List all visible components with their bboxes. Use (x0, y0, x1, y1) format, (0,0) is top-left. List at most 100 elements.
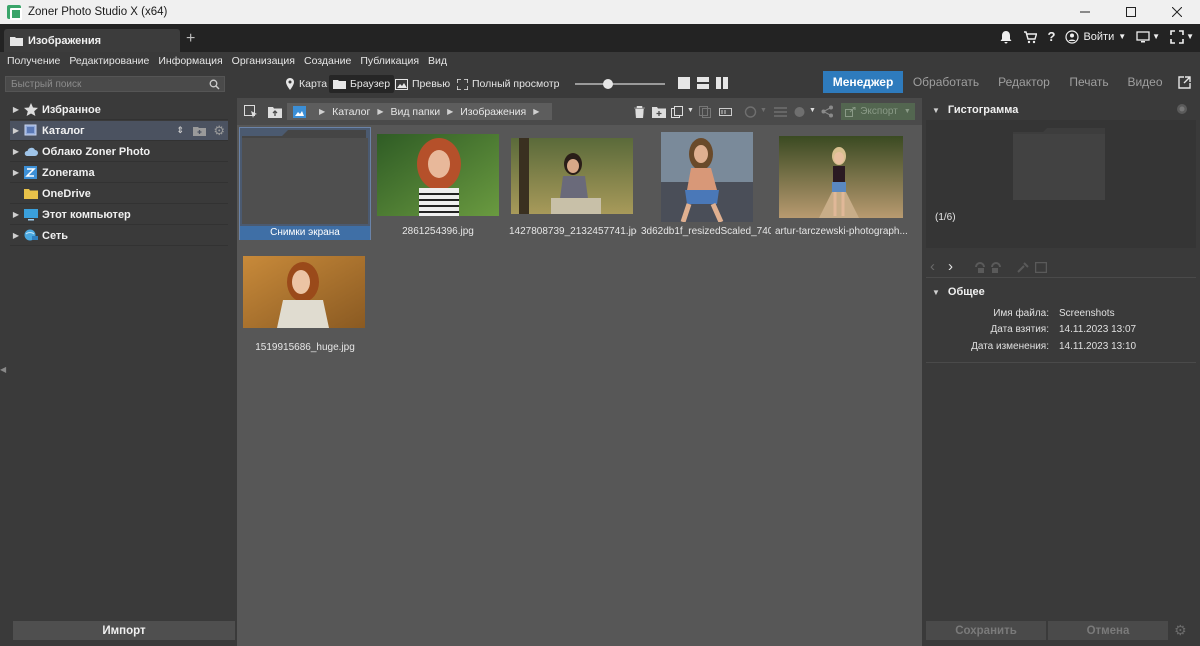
help-icon[interactable]: ? (1047, 29, 1055, 44)
histogram-header[interactable]: ▼ Гистограмма (922, 99, 1192, 121)
fullscreen-label: Полный просмотр (472, 78, 560, 90)
maximize-button[interactable] (1108, 0, 1154, 24)
nav-item-zoner-cloud[interactable]: ▶ Облако Zoner Photo (10, 142, 228, 162)
date-modified-value: 14.11.2023 13:10 (1059, 341, 1137, 352)
new-folder-icon[interactable] (652, 106, 666, 118)
nav-item-favorites[interactable]: ▶ Избранное (10, 100, 228, 120)
tab-print[interactable]: Печать (1062, 71, 1116, 93)
share-menu-icon[interactable] (793, 106, 806, 118)
tools-icon[interactable] (1017, 262, 1029, 273)
next-icon[interactable]: › (948, 258, 953, 275)
cancel-button[interactable]: Отмена (1048, 621, 1168, 640)
histogram-settings-icon[interactable] (1176, 103, 1188, 115)
trash-icon[interactable] (634, 106, 645, 118)
tab-develop[interactable]: Обработать (908, 71, 984, 93)
map-view-button[interactable]: Карта (281, 75, 331, 93)
collapse-left-icon[interactable]: ◀ (0, 365, 6, 374)
computer-icon (24, 209, 38, 221)
nav-item-zonerama[interactable]: ▶ Zonerama (10, 163, 228, 183)
nav-label: Zonerama (42, 166, 95, 179)
view-list-button[interactable] (697, 77, 709, 89)
menu-item-view[interactable]: Вид (428, 55, 447, 67)
copy-icon[interactable] (671, 106, 684, 118)
folder-icon (24, 189, 38, 199)
slider-knob[interactable] (603, 79, 613, 89)
menu-item-create[interactable]: Создание (304, 55, 351, 67)
nav-item-network[interactable]: ▶ Сеть (10, 226, 228, 246)
rotate-right-icon[interactable] (990, 262, 1002, 273)
rotate-left-icon[interactable] (974, 262, 986, 273)
thumbnail-photo[interactable]: 3d62db1f_resizedScaled_740t... (641, 130, 771, 244)
nav-item-catalog[interactable]: ▶ Каталог ⇕ ⚙ (10, 121, 228, 141)
browser-view-button[interactable]: Браузер (329, 75, 395, 93)
gear-icon[interactable]: ⚙ (213, 123, 225, 139)
menu-item-info[interactable]: Информация (158, 55, 222, 67)
view-compare-button[interactable] (716, 77, 728, 89)
folder-icon (242, 130, 368, 224)
import-button[interactable]: Импорт (13, 621, 235, 640)
close-button[interactable] (1154, 0, 1200, 24)
thumbnail-folder[interactable]: Снимки экрана (239, 127, 371, 240)
expand-arrow-icon[interactable]: ▶ (10, 126, 22, 135)
tab-video[interactable]: Видео (1122, 71, 1168, 93)
thumbnail-photo[interactable]: 1519915686_huge.jpg (241, 254, 369, 364)
rotate-icon[interactable] (744, 106, 757, 118)
gear-icon[interactable]: ⚙ (1174, 622, 1187, 639)
breadcrumb-item[interactable]: Каталог (332, 106, 370, 118)
export-button[interactable]: Экспорт ▼ (841, 103, 915, 120)
select-icon[interactable] (244, 105, 258, 118)
nav-item-onedrive[interactable]: OneDrive (10, 184, 228, 204)
menu-item-publish[interactable]: Публикация (360, 55, 419, 67)
collapse-icon: ▼ (932, 287, 940, 297)
share-icon[interactable] (821, 105, 834, 118)
general-title: Общее (947, 286, 985, 298)
thumbnail-photo[interactable]: 2861254396.jpg (375, 134, 501, 244)
menu-item-organize[interactable]: Организация (232, 55, 295, 67)
preview-view-button[interactable]: Превью (391, 75, 454, 93)
folder-up-icon[interactable] (268, 106, 282, 118)
menu-item-receive[interactable]: Получение (7, 55, 60, 67)
display-menu-button[interactable]: ▼ (1136, 30, 1160, 44)
fullscreen-menu-button[interactable]: ▼ (1170, 29, 1194, 44)
chevron-down-icon[interactable]: ▼ (760, 107, 767, 114)
browser-label: Браузер (350, 78, 391, 90)
view-large-button[interactable] (678, 77, 690, 89)
tab-images[interactable]: Изображения (4, 29, 180, 52)
search-input[interactable] (6, 78, 202, 90)
save-button[interactable]: Сохранить (926, 621, 1046, 640)
expand-arrow-icon[interactable]: ▶ (10, 231, 22, 240)
fullscreen-view-button[interactable]: Полный просмотр (453, 75, 564, 93)
thumbnail-photo[interactable]: 1427808739_2132457741.jpg (509, 134, 637, 244)
expand-arrow-icon[interactable]: ▶ (10, 168, 22, 177)
duplicate-icon[interactable] (699, 106, 712, 118)
bell-icon[interactable] (999, 30, 1013, 44)
sort-icon[interactable]: ⇕ (176, 125, 184, 136)
signin-button[interactable]: Войти ▼ (1065, 29, 1126, 44)
menu-item-edit[interactable]: Редактирование (69, 55, 149, 67)
rename-icon[interactable] (719, 106, 732, 118)
tab-editor[interactable]: Редактор (992, 71, 1056, 93)
frame-icon[interactable] (1035, 262, 1047, 273)
breadcrumb-item[interactable]: Вид папки (390, 106, 440, 118)
thumbnail-photo[interactable]: artur-tarczewski-photograph... (775, 134, 907, 244)
image-icon (395, 78, 408, 90)
add-tab-button[interactable]: + (186, 30, 195, 48)
cart-icon[interactable] (1023, 30, 1038, 44)
thumbnail-size-slider[interactable] (575, 79, 665, 89)
expand-arrow-icon[interactable]: ▶ (10, 210, 22, 219)
tab-manager[interactable]: Менеджер (823, 71, 903, 93)
general-header[interactable]: ▼ Общее (922, 281, 1192, 303)
nav-item-this-pc[interactable]: ▶ Этот компьютер (10, 205, 228, 225)
expand-arrow-icon[interactable]: ▶ (10, 147, 22, 156)
expand-arrow-icon[interactable]: ▶ (10, 105, 22, 114)
search-icon[interactable] (209, 79, 220, 90)
chevron-down-icon[interactable]: ▼ (687, 107, 694, 114)
minimize-button[interactable] (1062, 0, 1108, 24)
previous-icon[interactable]: ‹ (930, 258, 935, 275)
add-folder-icon[interactable] (193, 126, 206, 136)
preview-label: Превью (412, 78, 451, 90)
batch-icon[interactable] (774, 106, 787, 118)
external-window-icon[interactable] (1178, 76, 1191, 89)
breadcrumb-item[interactable]: Изображения (460, 106, 526, 118)
chevron-down-icon[interactable]: ▼ (809, 107, 816, 114)
